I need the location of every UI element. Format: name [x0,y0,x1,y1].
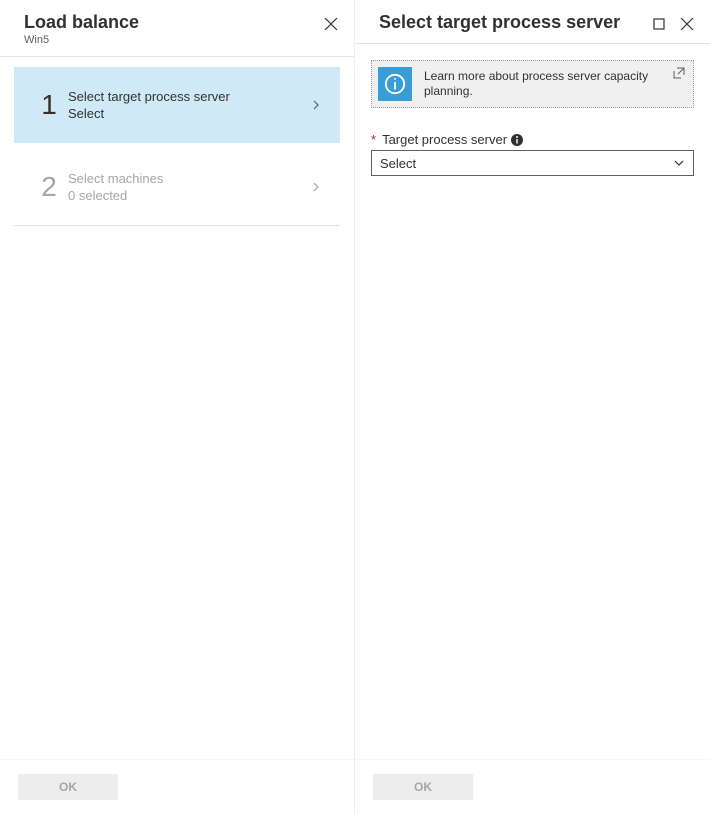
maximize-icon[interactable] [652,17,666,31]
ok-button[interactable]: OK [18,774,118,800]
close-icon[interactable] [680,17,694,31]
pane-header-right: Select target process server [355,0,710,44]
header-icons-right [652,17,694,31]
pane-title-left: Load balance [24,12,139,33]
step-title: Select target process server [68,89,310,104]
required-indicator: * [371,132,376,147]
step-texts: Select machines 0 selected [66,171,310,203]
step-subtitle: Select [68,106,310,121]
step-texts: Select target process server Select [66,89,310,121]
pane-body-right: Learn more about process server capacity… [355,44,710,759]
chevron-down-icon [673,157,685,169]
info-banner-text: Learn more about process server capacity… [424,69,683,99]
pane-header-left: Load balance Win5 [0,0,354,57]
chevron-right-icon [310,99,322,111]
pane-footer-right: OK [355,759,710,814]
pane-footer-left: OK [0,759,354,814]
header-titles: Load balance Win5 [24,12,139,46]
step-select-machines[interactable]: 2 Select machines 0 selected [14,149,340,226]
step-select-target-process-server[interactable]: 1 Select target process server Select [14,67,340,143]
field-label-text: Target process server [382,132,507,147]
target-process-server-field: * Target process server Select [371,132,694,176]
external-link-icon[interactable] [673,67,685,79]
ok-button[interactable]: OK [373,774,473,800]
field-label: * Target process server [371,132,694,147]
step-list: 1 Select target process server Select 2 … [0,57,354,759]
header-icons-left [324,17,338,31]
pane-title-right: Select target process server [379,12,620,33]
step-number: 1 [32,89,66,121]
step-subtitle: 0 selected [68,188,310,203]
info-icon [378,67,412,101]
select-target-process-server-pane: Select target process server Learn more … [355,0,710,814]
pane-subtitle-left: Win5 [24,34,139,46]
info-icon[interactable] [511,134,523,146]
info-banner[interactable]: Learn more about process server capacity… [371,60,694,108]
chevron-right-icon [310,181,322,193]
step-number: 2 [32,171,66,203]
target-process-server-dropdown[interactable]: Select [371,150,694,176]
dropdown-value: Select [380,156,416,171]
load-balance-pane: Load balance Win5 1 Select target proces… [0,0,355,814]
step-title: Select machines [68,171,310,186]
close-icon[interactable] [324,17,338,31]
